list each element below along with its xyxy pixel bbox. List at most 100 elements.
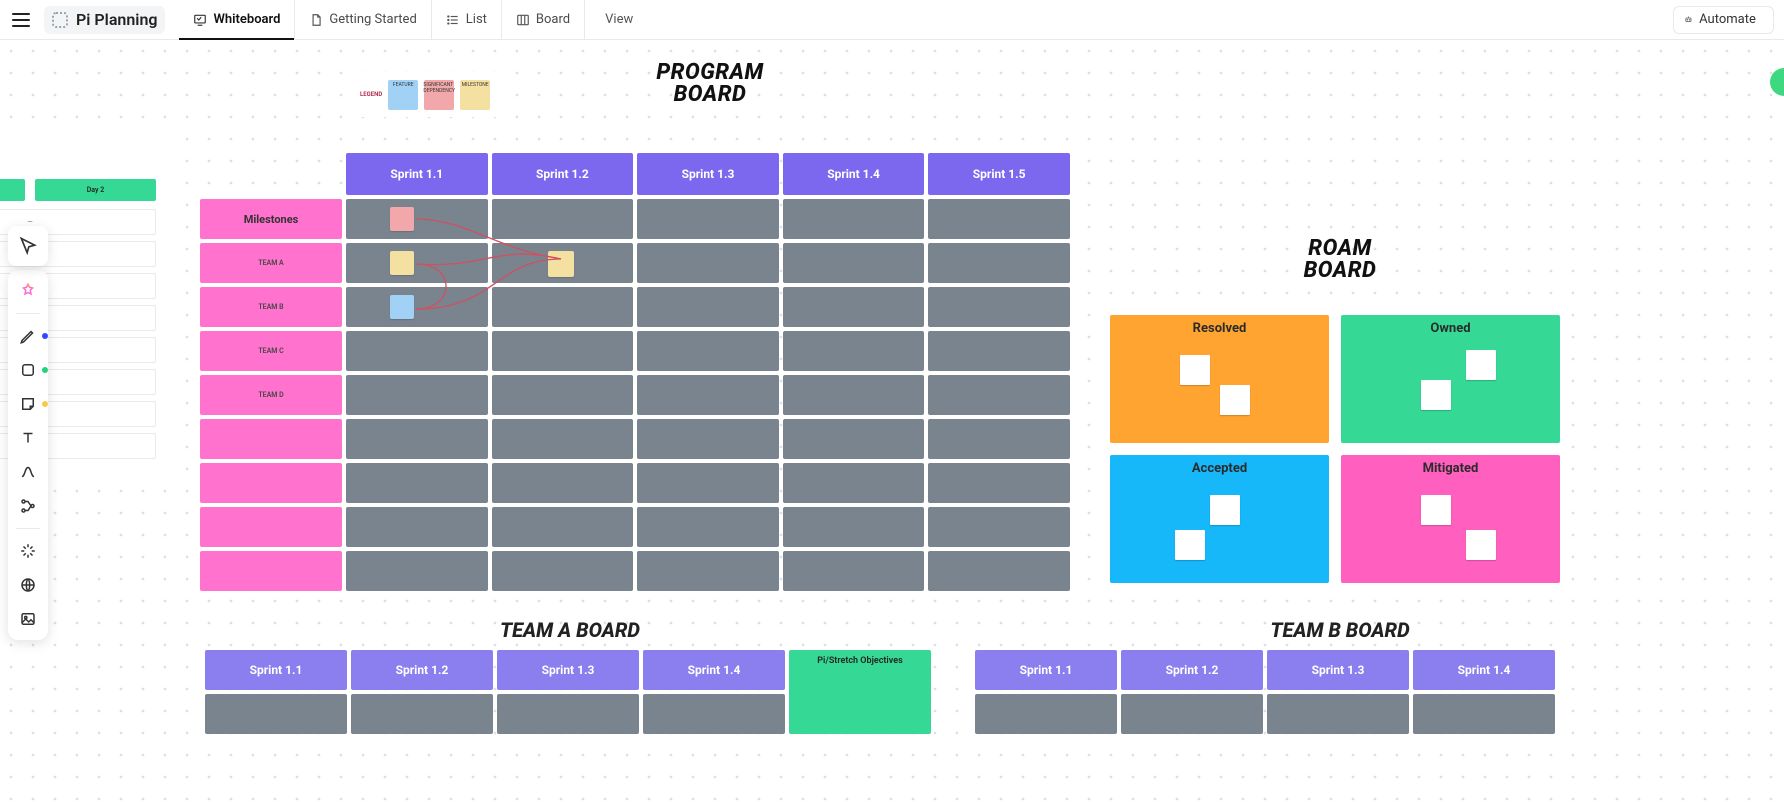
sticky-note[interactable]	[1210, 495, 1240, 525]
program-cell[interactable]	[783, 507, 925, 547]
sprint-header[interactable]: Sprint 1.1	[346, 153, 488, 195]
automate-button[interactable]: Automate	[1673, 6, 1774, 34]
program-row-label[interactable]: TEAM D	[200, 375, 342, 415]
tool-pointer[interactable]	[8, 226, 48, 266]
tool-connector[interactable]	[12, 457, 44, 487]
team-sprint-header[interactable]: Sprint 1.1	[975, 650, 1117, 690]
program-cell[interactable]	[928, 507, 1070, 547]
roam-owned[interactable]: Owned	[1341, 315, 1560, 443]
program-cell[interactable]	[492, 375, 634, 415]
tool-image[interactable]	[12, 604, 44, 634]
program-cell[interactable]	[492, 551, 634, 591]
program-cell[interactable]	[346, 375, 488, 415]
program-cell[interactable]	[928, 287, 1070, 327]
whiteboard-canvas[interactable]: NDA Day 1 Day 2 — — — — — — — — PROGRAM …	[0, 40, 1784, 802]
collaborator-avatar[interactable]	[1770, 68, 1784, 96]
sticky-note[interactable]	[1466, 350, 1496, 380]
menu-icon[interactable]	[12, 13, 30, 27]
tool-sparkle[interactable]	[12, 536, 44, 566]
team-sprint-header[interactable]: Sprint 1.2	[1121, 650, 1263, 690]
program-cell[interactable]	[783, 287, 925, 327]
program-cell[interactable]	[783, 331, 925, 371]
team-cell[interactable]	[1121, 694, 1263, 734]
sticky-note-feature[interactable]	[390, 295, 414, 319]
program-cell[interactable]	[492, 419, 634, 459]
program-row-label[interactable]: TEAM C	[200, 331, 342, 371]
team-cell[interactable]	[1267, 694, 1409, 734]
team-a-board[interactable]: TEAM A BOARD Sprint 1.1 Sprint 1.2 Sprin…	[205, 618, 935, 734]
team-sprint-header[interactable]: Sprint 1.3	[1267, 650, 1409, 690]
tool-shape[interactable]	[12, 355, 44, 385]
program-cell[interactable]	[928, 243, 1070, 283]
program-row-label[interactable]: TEAM A	[200, 243, 342, 283]
page-title-chip[interactable]: Pi Planning	[44, 6, 165, 34]
sticky-note[interactable]	[1220, 385, 1250, 415]
team-sprint-header[interactable]: Sprint 1.3	[497, 650, 639, 690]
tool-pen[interactable]	[12, 321, 44, 351]
agenda-day-tab[interactable]: Day 1	[0, 179, 25, 201]
program-cell[interactable]	[346, 287, 488, 327]
team-cell[interactable]	[643, 694, 785, 734]
program-cell[interactable]	[637, 375, 779, 415]
sticky-note-milestone[interactable]	[548, 251, 574, 277]
sticky-note[interactable]	[1466, 530, 1496, 560]
team-sprint-header[interactable]: Sprint 1.4	[1413, 650, 1555, 690]
sticky-note[interactable]	[1421, 495, 1451, 525]
sprint-header[interactable]: Sprint 1.3	[637, 153, 779, 195]
program-cell[interactable]	[637, 507, 779, 547]
view-tab-getting-started[interactable]: Getting Started	[295, 0, 431, 39]
program-row-label[interactable]	[200, 463, 342, 503]
program-cell[interactable]	[637, 551, 779, 591]
program-cell[interactable]	[492, 287, 634, 327]
program-cell[interactable]	[783, 199, 925, 239]
program-cell[interactable]	[492, 507, 634, 547]
program-cell[interactable]	[637, 243, 779, 283]
tool-text[interactable]	[12, 423, 44, 453]
program-cell[interactable]	[783, 243, 925, 283]
roam-accepted[interactable]: Accepted	[1110, 455, 1329, 583]
view-tab-board[interactable]: Board	[502, 0, 585, 39]
sticky-note[interactable]	[1421, 380, 1451, 410]
agenda-day-tab[interactable]: Day 2	[35, 179, 156, 201]
team-cell[interactable]	[351, 694, 493, 734]
program-cell[interactable]	[928, 199, 1070, 239]
tool-ai[interactable]	[12, 276, 44, 306]
team-cell[interactable]	[497, 694, 639, 734]
team-cell[interactable]	[205, 694, 347, 734]
tool-globe[interactable]	[12, 570, 44, 600]
team-objectives-header[interactable]: Pi/Stretch Objectives	[789, 650, 931, 734]
program-cell[interactable]	[928, 463, 1070, 503]
team-sprint-header[interactable]: Sprint 1.4	[643, 650, 785, 690]
program-row-label[interactable]	[200, 419, 342, 459]
sprint-header[interactable]: Sprint 1.2	[492, 153, 634, 195]
program-cell[interactable]	[346, 463, 488, 503]
team-cell[interactable]	[975, 694, 1117, 734]
program-cell[interactable]	[783, 463, 925, 503]
program-cell[interactable]	[637, 331, 779, 371]
program-row-label[interactable]: TEAM B	[200, 287, 342, 327]
sprint-header[interactable]: Sprint 1.4	[783, 153, 925, 195]
sticky-note-milestone[interactable]	[390, 251, 414, 275]
sticky-note[interactable]	[1175, 530, 1205, 560]
tool-mindmap[interactable]	[12, 491, 44, 521]
tool-sticky[interactable]	[12, 389, 44, 419]
program-cell[interactable]	[492, 199, 634, 239]
program-cell[interactable]	[783, 551, 925, 591]
program-row-label[interactable]	[200, 507, 342, 547]
roam-resolved[interactable]: Resolved	[1110, 315, 1329, 443]
program-cell[interactable]	[783, 419, 925, 459]
program-cell[interactable]	[346, 199, 488, 239]
team-cell[interactable]	[1413, 694, 1555, 734]
program-board[interactable]: Sprint 1.1 Sprint 1.2 Sprint 1.3 Sprint …	[200, 153, 1070, 591]
sticky-note[interactable]	[1180, 355, 1210, 385]
program-cell[interactable]	[928, 419, 1070, 459]
program-cell[interactable]	[928, 331, 1070, 371]
program-cell[interactable]	[637, 287, 779, 327]
program-cell[interactable]	[637, 419, 779, 459]
team-b-board[interactable]: TEAM B BOARD Sprint 1.1 Sprint 1.2 Sprin…	[975, 618, 1705, 734]
program-row-label[interactable]: Milestones	[200, 199, 342, 239]
program-cell[interactable]	[928, 375, 1070, 415]
team-sprint-header[interactable]: Sprint 1.2	[351, 650, 493, 690]
program-cell[interactable]	[346, 419, 488, 459]
view-tab-list[interactable]: List	[432, 0, 502, 39]
